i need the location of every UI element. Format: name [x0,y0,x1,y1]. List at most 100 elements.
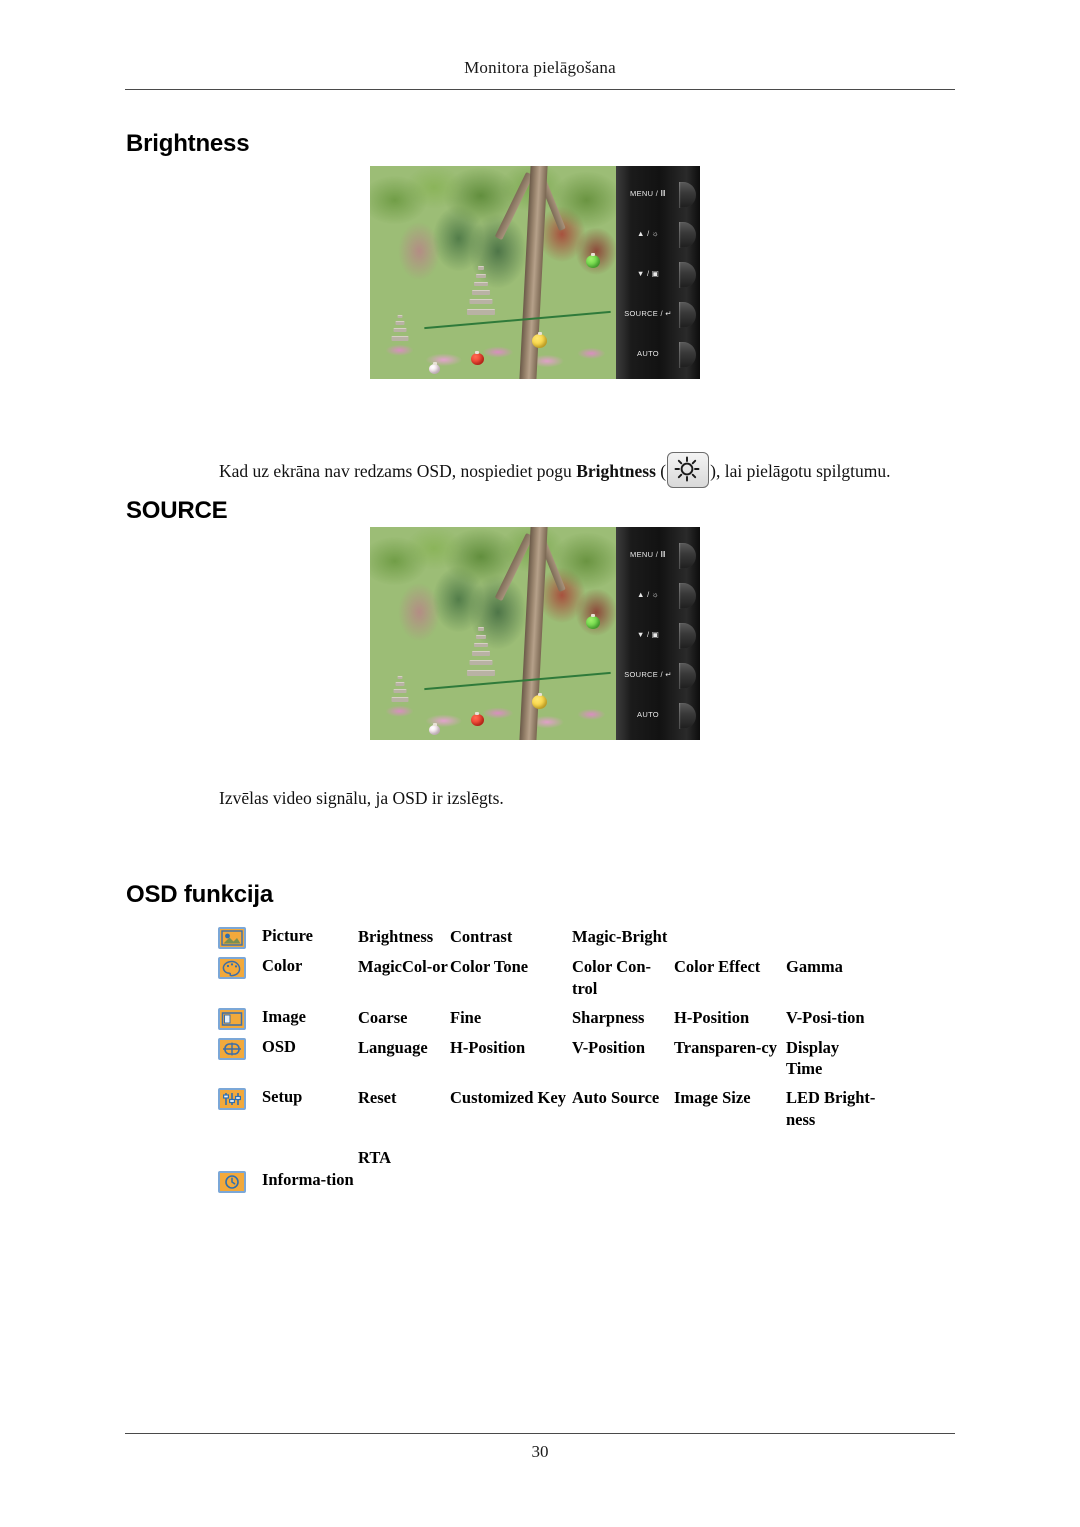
osd-menu-label: Informa-tion [262,1170,354,1190]
up-brightness-button[interactable]: ▲ / ☼ [620,579,696,617]
table-row: OSD Language H-Position V-Position Trans… [218,1037,918,1081]
osd-item: Coarse [358,1007,408,1027]
source-enter-button-label: SOURCE / ↵ [624,309,672,318]
osd-menu-label: Color [262,956,303,975]
menu-button-knob[interactable] [679,543,696,569]
menu-button-label: MENU / Ⅲ [630,550,666,559]
osd-item: Brightness [358,927,434,946]
source-enter-button-label: SOURCE / ↵ [624,670,672,679]
footer-divider [125,1433,955,1434]
up-brightness-button-knob[interactable] [679,222,696,248]
down-magicbright-button-label: ▼ / ▣ [636,630,660,639]
osd-item: Sharpness [572,1007,645,1027]
down-magicbright-button[interactable]: ▼ / ▣ [620,619,696,657]
down-magicbright-button-knob[interactable] [679,623,696,649]
osd-icon [218,1037,246,1060]
up-brightness-button-label: ▲ / ☼ [636,229,660,238]
monitor-control-bezel: MENU / Ⅲ ▲ / ☼ ▼ / ▣ SOURCE / ↵ AUTO [616,527,700,740]
osd-icon-cell [218,956,262,979]
source-description: Izvēlas video signālu, ja OSD ir izslēgt… [219,788,504,808]
auto-button-knob[interactable] [679,703,696,729]
osd-item: Contrast [450,927,513,946]
osd-item: Fine [450,1007,482,1027]
menu-button[interactable]: MENU / Ⅲ [620,178,696,216]
monitor-figure-brightness: MENU / Ⅲ ▲ / ☼ ▼ / ▣ SOURCE / ↵ AUTO [370,166,700,381]
osd-item: LED Bright-ness [786,1088,876,1129]
osd-icon-cell [218,1037,262,1060]
table-row: Informa-tion [218,1170,918,1194]
table-row: Color MagicCol-or Color Tone Color Con-t… [218,956,918,1000]
osd-icon-cell-empty [218,1147,262,1169]
osd-item: Color Con-trol [572,957,651,998]
up-brightness-button-knob[interactable] [679,583,696,609]
osd-item: Gamma [786,957,843,976]
photo-flower-layer [370,676,616,740]
monitor-control-bezel: MENU / Ⅲ ▲ / ☼ ▼ / ▣ SOURCE / ↵ AUTO [616,166,700,379]
osd-item: Magic-Bright [572,927,668,946]
osd-menu-label: OSD [262,1036,296,1056]
section-heading-osd-function: OSD funkcija [126,881,273,908]
osd-item: Customized Key [450,1088,566,1108]
osd-menu-label: Image [262,1006,306,1026]
section-heading-brightness: Brightness [126,130,250,157]
brightness-text-part1: Kad uz ekrāna nav redzams OSD, nospiedie… [219,461,577,481]
setup-sliders-icon [218,1088,246,1111]
osd-item: Image Size [674,1088,751,1108]
osd-item: Color Tone [450,957,529,976]
table-row: Picture Brightness Contrast Magic-Bright [218,926,918,949]
monitor-screen-photo [370,166,616,379]
rta-label: RTA [358,1147,392,1167]
color-palette-icon [218,957,246,979]
osd-item: Reset [358,1088,397,1108]
osd-icon-cell [218,1087,262,1111]
osd-menu-label-empty [262,1147,358,1169]
osd-item: H-Position [674,1007,750,1027]
down-magicbright-button[interactable]: ▼ / ▣ [620,258,696,296]
down-magicbright-button-label: ▼ / ▣ [636,269,660,278]
source-enter-button[interactable]: SOURCE / ↵ [620,298,696,336]
menu-button[interactable]: MENU / Ⅲ [620,539,696,577]
auto-button-label: AUTO [637,349,659,358]
table-row-rta: RTA [218,1147,918,1169]
osd-item: MagicCol-or [358,957,448,976]
osd-icon-cell [218,926,262,949]
table-row: Image Coarse Fine Sharpness H-Position V… [218,1007,918,1030]
running-header: Monitora pielāgošana [464,58,616,77]
osd-item: Display Time [786,1037,840,1079]
auto-button-label: AUTO [637,710,659,719]
osd-item: V-Position [572,1037,646,1057]
source-enter-button-knob[interactable] [679,663,696,689]
image-icon [218,1007,246,1030]
osd-menu-label: Picture [262,926,314,945]
osd-function-table: Picture Brightness Contrast Magic-Bright… [218,926,918,1200]
page-number: 30 [531,1442,549,1461]
osd-item: V-Posi-tion [786,1007,865,1027]
brightness-description: Kad uz ekrāna nav redzams OSD, nospiedie… [219,452,890,488]
menu-button-label: MENU / Ⅲ [630,189,666,198]
up-brightness-button-label: ▲ / ☼ [636,590,660,599]
monitor-figure-source: MENU / Ⅲ ▲ / ☼ ▼ / ▣ SOURCE / ↵ AUTO [370,527,700,742]
auto-button[interactable]: AUTO [620,338,696,376]
source-enter-button-knob[interactable] [679,302,696,328]
brightness-open-paren: ( [655,461,667,481]
picture-icon [218,927,246,949]
osd-item: Transparen-cy [674,1037,777,1057]
down-magicbright-button-knob[interactable] [679,262,696,288]
brightness-text-part2: ), lai pielāgotu spilgtumu. [710,461,891,481]
osd-icon-cell [218,1170,262,1194]
osd-item: Language [358,1037,428,1057]
auto-button[interactable]: AUTO [620,699,696,737]
osd-menu-label: Setup [262,1087,303,1107]
brightness-bold-term: Brightness [576,461,656,481]
information-clock-icon [218,1171,246,1194]
monitor-screen-photo [370,527,616,740]
up-brightness-button[interactable]: ▲ / ☼ [620,218,696,256]
auto-button-knob[interactable] [679,342,696,368]
osd-item: Auto Source [572,1088,660,1108]
menu-button-knob[interactable] [679,182,696,208]
manual-page: Monitora pielāgošana Brightness MENU / Ⅲ… [0,0,1080,1527]
section-heading-source: SOURCE [126,497,228,524]
osd-icon-cell [218,1007,262,1030]
source-enter-button[interactable]: SOURCE / ↵ [620,659,696,697]
header-divider [125,89,955,90]
